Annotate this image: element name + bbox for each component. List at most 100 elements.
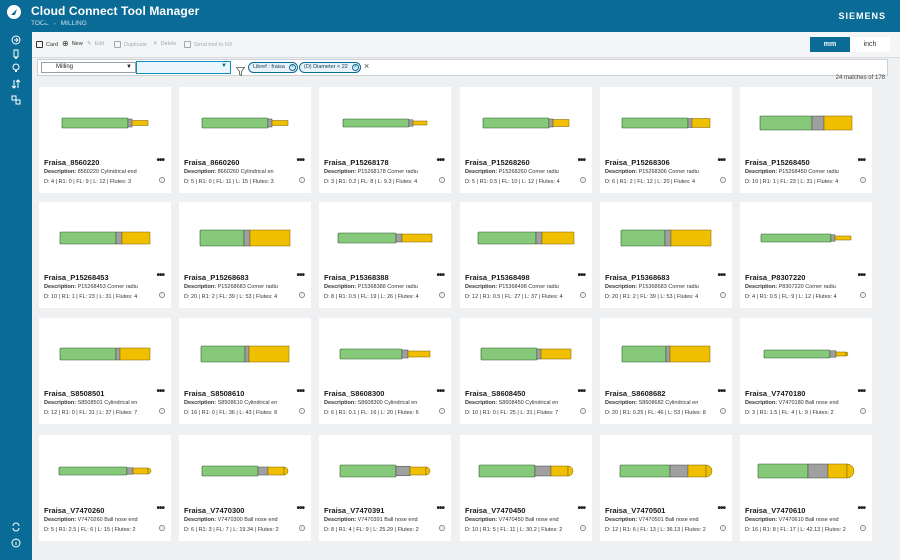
info-icon[interactable]: i [159, 177, 165, 183]
more-options-icon[interactable]: ••• [296, 386, 304, 397]
tool-card[interactable]: Fraisa_V7470501 ••• Description: V747050… [600, 435, 732, 541]
more-options-icon[interactable]: ••• [577, 386, 585, 397]
tool-card[interactable]: Fraisa_V7470180 ••• Description: V747018… [740, 318, 872, 424]
more-options-icon[interactable]: ••• [156, 155, 164, 166]
info-icon[interactable]: i [439, 177, 445, 183]
info-icon[interactable]: i [720, 292, 726, 298]
info-icon[interactable]: i [720, 177, 726, 183]
info-icon[interactable]: i [159, 292, 165, 298]
info-icon[interactable]: i [860, 177, 866, 183]
tool-card[interactable]: Fraisa_P15268450 ••• Description: P15268… [740, 87, 872, 193]
filter-chip-diameter[interactable]: (D) Diameter < 22 × [299, 62, 361, 73]
more-options-icon[interactable]: ••• [296, 270, 304, 281]
home-icon[interactable] [11, 35, 21, 45]
tool-neck [244, 345, 250, 363]
tool-card[interactable]: Fraisa_S8608682 ••• Description: S860868… [600, 318, 732, 424]
chip-remove-icon[interactable]: × [288, 64, 296, 71]
tool-card[interactable]: Fraisa_P15268683 ••• Description: P15268… [179, 202, 311, 308]
tool-card[interactable]: Fraisa_V7470260 ••• Description: V747026… [39, 435, 171, 541]
more-options-icon[interactable]: ••• [156, 270, 164, 281]
info-icon[interactable]: i [580, 292, 586, 298]
more-options-icon[interactable]: ••• [577, 155, 585, 166]
tool-name: Fraisa_P15368388 [324, 273, 389, 282]
info-icon[interactable]: i [439, 525, 445, 531]
more-options-icon[interactable]: ••• [577, 503, 585, 514]
info-icon[interactable]: i [580, 177, 586, 183]
tool-card[interactable]: Fraisa_P15268453 ••• Description: P15268… [39, 202, 171, 308]
more-options-icon[interactable]: ••• [436, 270, 444, 281]
tool-card[interactable]: Fraisa_S8508501 ••• Description: S850850… [39, 318, 171, 424]
more-options-icon[interactable]: ••• [717, 503, 725, 514]
more-options-icon[interactable]: ••• [296, 155, 304, 166]
tool-card[interactable]: Fraisa_S8508610 ••• Description: S850861… [179, 318, 311, 424]
more-options-icon[interactable]: ••• [436, 155, 444, 166]
info-icon[interactable]: i [299, 177, 305, 183]
info-icon[interactable]: i [299, 292, 305, 298]
info-icon[interactable]: i [299, 525, 305, 531]
duplicate-button[interactable]: Duplicate [114, 41, 147, 48]
more-options-icon[interactable]: ••• [577, 270, 585, 281]
more-options-icon[interactable]: ••• [296, 503, 304, 514]
info-icon[interactable]: i [159, 525, 165, 531]
info-icon[interactable]: i [860, 408, 866, 414]
info-icon[interactable]: i [299, 408, 305, 414]
more-options-icon[interactable]: ••• [436, 503, 444, 514]
category-select[interactable]: Milling ▼ [41, 62, 136, 73]
tool-card[interactable]: Fraisa_S8608300 ••• Description: S860830… [319, 318, 451, 424]
tool-card[interactable]: Fraisa_V7470610 ••• Description: V747061… [740, 435, 872, 541]
edit-button[interactable]: ✎ Edit [87, 41, 104, 47]
tool-card[interactable]: Fraisa_V7470391 ••• Description: V747039… [319, 435, 451, 541]
tool-card[interactable]: Fraisa_V7470450 ••• Description: V747045… [460, 435, 592, 541]
info-icon[interactable]: i [159, 408, 165, 414]
unit-mm-button[interactable]: mm [810, 37, 850, 52]
info-icon[interactable]: i [720, 525, 726, 531]
info-icon[interactable]: i [580, 408, 586, 414]
unit-inch-button[interactable]: inch [850, 37, 890, 52]
info-icon[interactable]: i [860, 525, 866, 531]
more-options-icon[interactable]: ••• [717, 155, 725, 166]
new-button[interactable]: ⊕ New [62, 40, 83, 48]
filter-property-select[interactable]: ▼ [136, 61, 231, 74]
info-icon[interactable]: i [439, 292, 445, 298]
more-options-icon[interactable]: ••• [717, 386, 725, 397]
more-options-icon[interactable]: ••• [857, 155, 865, 166]
tool-card[interactable]: Fraisa_V7470300 ••• Description: V747030… [179, 435, 311, 541]
info-icon[interactable]: i [439, 408, 445, 414]
info-icon[interactable]: i [860, 292, 866, 298]
tool-card[interactable]: Fraisa_S8608450 ••• Description: S860845… [460, 318, 592, 424]
funnel-icon[interactable] [235, 63, 246, 81]
more-options-icon[interactable]: ••• [857, 270, 865, 281]
tool-card[interactable]: Fraisa_P15268306 ••• Description: P15268… [600, 87, 732, 193]
filter-chip-libref[interactable]: Libref : fraisa × [248, 62, 298, 73]
info-icon[interactable]: i [720, 408, 726, 414]
more-options-icon[interactable]: ••• [857, 503, 865, 514]
send-to-nx-button[interactable]: Send tool to NX [184, 41, 233, 48]
tool-card[interactable]: Fraisa_8560220 ••• Description: 8560220 … [39, 87, 171, 193]
more-options-icon[interactable]: ••• [156, 386, 164, 397]
sync-icon[interactable] [11, 522, 21, 532]
tool-card[interactable]: Fraisa_P15368683 ••• Description: P15368… [600, 202, 732, 308]
tool-card[interactable]: Fraisa_P15368498 ••• Description: P15368… [460, 202, 592, 308]
tool-card[interactable]: Fraisa_P8307220 ••• Description: P830722… [740, 202, 872, 308]
description-label: Description: [44, 400, 77, 406]
bulb-icon[interactable] [11, 63, 21, 73]
assembly-icon[interactable] [11, 95, 21, 105]
info-icon[interactable]: i [580, 525, 586, 531]
clear-filters-icon[interactable]: × [364, 61, 369, 71]
tool-holder-icon[interactable] [11, 49, 21, 59]
more-options-icon[interactable]: ••• [717, 270, 725, 281]
tool-card[interactable]: Fraisa_P15368388 ••• Description: P15368… [319, 202, 451, 308]
tool-card[interactable]: Fraisa_P15268178 ••• Description: P15268… [319, 87, 451, 193]
more-options-icon[interactable]: ••• [156, 503, 164, 514]
tool-card[interactable]: Fraisa_P15268260 ••• Description: P15268… [460, 87, 592, 193]
tool-cutter [409, 466, 427, 476]
more-options-icon[interactable]: ••• [857, 386, 865, 397]
info-icon[interactable] [11, 538, 21, 548]
tool-card[interactable]: Fraisa_8660260 ••• Description: 8660260 … [179, 87, 311, 193]
transfer-icon[interactable] [11, 79, 21, 89]
more-options-icon[interactable]: ••• [436, 386, 444, 397]
chip-remove-icon[interactable]: × [351, 64, 359, 71]
delete-button[interactable]: ✕ Delete [153, 41, 177, 47]
card-view-button[interactable]: Card [36, 41, 58, 48]
tool-specs: D: 4 | R1: 0 | FL: 9 | L: 12 | Flutes: 3 [44, 179, 132, 185]
